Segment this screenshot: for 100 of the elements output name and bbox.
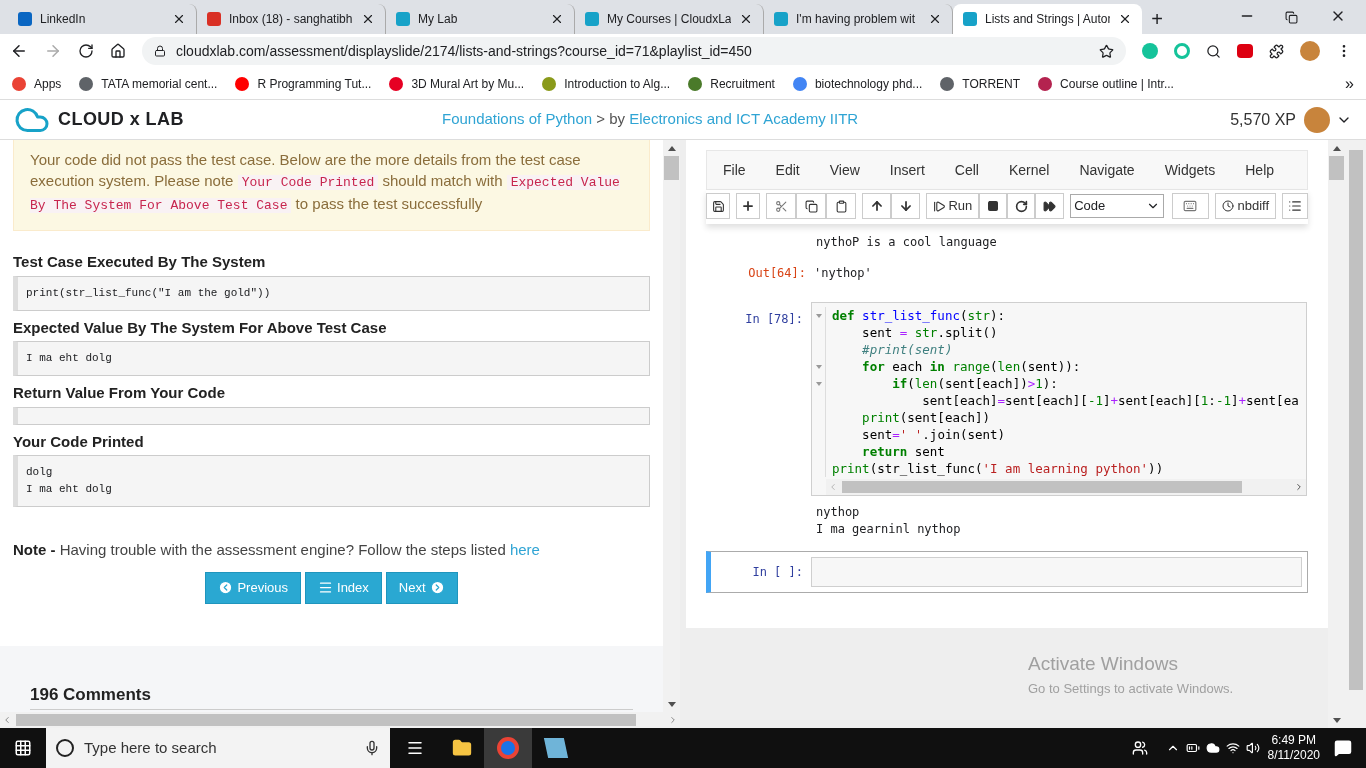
close-icon[interactable] xyxy=(550,12,564,26)
scrollbar[interactable] xyxy=(826,479,1306,495)
section-heading: Your Code Printed xyxy=(13,431,145,452)
toc-button[interactable] xyxy=(1282,193,1308,219)
logo-text[interactable]: CLOUD x LAB xyxy=(58,106,184,133)
restart-button[interactable] xyxy=(1007,193,1036,219)
cloud-icon[interactable] xyxy=(1205,741,1220,755)
scrollbar-thumb[interactable] xyxy=(842,481,1242,493)
close-icon[interactable] xyxy=(361,12,375,26)
menu-item[interactable]: Cell xyxy=(954,159,979,181)
scrollbar-thumb[interactable] xyxy=(1348,150,1363,690)
bookmark[interactable]: Course outline | Intr... xyxy=(1038,74,1174,93)
reload-icon[interactable] xyxy=(78,43,94,59)
scroll-down-icon[interactable] xyxy=(1332,717,1341,723)
menu-item[interactable]: Help xyxy=(1245,159,1275,181)
copy-button[interactable] xyxy=(796,193,827,219)
move-down-button[interactable] xyxy=(891,193,921,219)
app-icon[interactable] xyxy=(543,738,569,758)
run-button[interactable]: Run xyxy=(926,193,980,219)
selected-cell[interactable]: In [ ]: xyxy=(706,551,1308,593)
close-icon[interactable] xyxy=(172,12,186,26)
folder-icon[interactable] xyxy=(452,738,472,758)
close-icon[interactable] xyxy=(739,12,753,26)
add-cell-button[interactable] xyxy=(736,193,761,219)
menu-item[interactable]: Insert xyxy=(889,159,925,181)
windows-icon[interactable] xyxy=(14,739,32,757)
input-prompt: In [ ]: xyxy=(751,564,804,581)
run-all-button[interactable] xyxy=(1035,193,1065,219)
bookmark[interactable]: Apps xyxy=(12,74,62,93)
close-icon[interactable] xyxy=(928,12,942,26)
cell-type-select[interactable]: Code xyxy=(1070,194,1165,218)
search-icon[interactable] xyxy=(1206,43,1221,59)
scrollbar-thumb[interactable] xyxy=(664,156,679,180)
comments-heading: 196 Comments xyxy=(30,681,633,710)
restore-icon[interactable] xyxy=(1285,11,1298,24)
scrollbar-thumb[interactable] xyxy=(16,714,636,726)
scroll-down-icon[interactable] xyxy=(667,701,676,707)
microphone-icon[interactable] xyxy=(364,740,380,756)
note-text: Note - Having trouble with the assessment engine? Follow the steps listed here xyxy=(13,540,541,560)
stop-button[interactable] xyxy=(979,193,1008,219)
menu-item[interactable]: Edit xyxy=(775,159,800,181)
bookmark[interactable]: biotechnology phd... xyxy=(792,74,923,93)
people-icon[interactable] xyxy=(1131,740,1148,756)
paste-button[interactable] xyxy=(826,193,857,219)
code-cell[interactable] xyxy=(811,302,1307,496)
code-line: sent=' '.join(sent) xyxy=(861,426,1007,443)
scroll-up-icon[interactable] xyxy=(667,145,676,151)
code-line: print(sent[each]) xyxy=(861,409,992,426)
new-tab-button[interactable]: + xyxy=(1142,4,1172,34)
section-heading: Expected Value By The System For Above Test Case xyxy=(13,317,388,338)
scrollbar[interactable] xyxy=(0,712,680,728)
notifications-icon[interactable] xyxy=(1334,739,1352,757)
bookmark[interactable]: TATA memorial cent... xyxy=(79,74,218,93)
close-icon[interactable] xyxy=(1118,12,1132,26)
extensions-icon[interactable] xyxy=(1269,43,1284,59)
stream-output: nythop xyxy=(816,504,861,521)
avatar[interactable] xyxy=(1304,106,1330,133)
save-icon xyxy=(711,199,725,213)
menu-item[interactable]: Kernel xyxy=(1008,159,1050,181)
section-heading: Test Case Executed By The System xyxy=(13,252,267,272)
wifi-icon[interactable] xyxy=(1225,741,1240,755)
fold-arrow-icon[interactable] xyxy=(815,364,822,369)
chrome-icon[interactable] xyxy=(484,728,532,768)
nbdiff-button[interactable]: nbdiff xyxy=(1214,193,1277,219)
avatar[interactable] xyxy=(1300,41,1320,61)
bookmark[interactable]: R Programming Tut... xyxy=(235,74,372,93)
cut-button[interactable] xyxy=(766,193,797,219)
bookmark[interactable]: TORRENT xyxy=(940,74,1021,93)
bookmark[interactable]: Introduction to Alg... xyxy=(542,74,671,93)
menu-item[interactable]: View xyxy=(829,159,860,181)
code-line: def str_list_func(str): xyxy=(832,307,1007,324)
fold-arrow-icon[interactable] xyxy=(815,381,822,386)
scroll-right-icon[interactable] xyxy=(1294,482,1304,492)
menu-item[interactable]: Navigate xyxy=(1079,159,1135,181)
save-button[interactable] xyxy=(706,193,731,219)
input-prompt: In [78]: xyxy=(744,311,804,328)
scroll-up-icon[interactable] xyxy=(1332,145,1341,151)
move-up-button[interactable] xyxy=(862,193,892,219)
battery-icon[interactable] xyxy=(1185,741,1200,755)
code-line: print(str_list_func('I am learning python')) xyxy=(832,460,1165,477)
taskbar-search[interactable]: Type here to search xyxy=(46,728,390,768)
extension-icon[interactable] xyxy=(1237,44,1253,58)
address-bar[interactable]: cloudxlab.com/assessment/displayslide/2174/lists-and-strings?course_id=71&playlist_id=450 xyxy=(142,37,1126,65)
volume-icon[interactable] xyxy=(1245,741,1260,755)
fold-arrow-icon[interactable] xyxy=(815,313,822,318)
scrollbar-thumb[interactable] xyxy=(1329,156,1344,180)
star-icon[interactable] xyxy=(1099,43,1114,59)
bookmark[interactable]: Recruitment xyxy=(688,74,775,93)
more-bookmarks[interactable]: » xyxy=(1345,71,1354,96)
bookmark[interactable]: 3D Mural Art by Mu... xyxy=(389,74,525,93)
menu-item[interactable]: Widgets xyxy=(1164,159,1216,181)
home-icon[interactable] xyxy=(110,43,126,59)
back-icon[interactable] xyxy=(10,42,28,60)
task-view-icon[interactable] xyxy=(406,739,424,757)
clock[interactable]: 6:49 PM 8/11/2020 xyxy=(1267,733,1320,763)
keyboard-button[interactable] xyxy=(1172,193,1209,219)
lock-icon xyxy=(154,45,166,57)
output-prompt: Out[64]: xyxy=(747,265,807,282)
menu-item[interactable]: File xyxy=(723,159,746,181)
code-input[interactable] xyxy=(811,557,1302,587)
